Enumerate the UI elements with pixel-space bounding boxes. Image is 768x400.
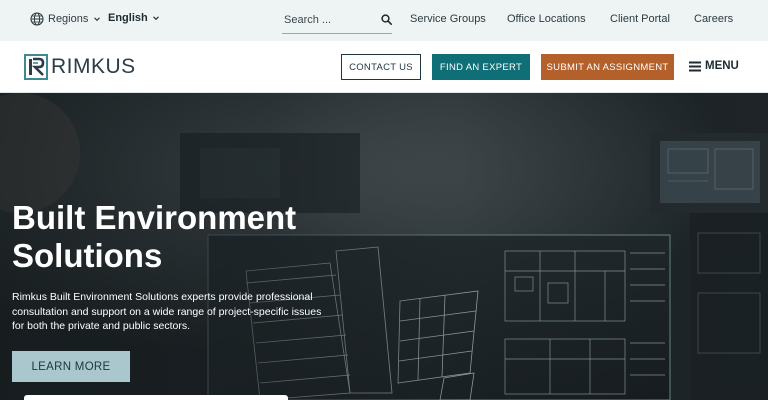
hero-title: Built Environment Solutions bbox=[12, 199, 297, 274]
find-an-expert-button[interactable]: FIND AN EXPERT bbox=[432, 54, 530, 80]
language-label: English bbox=[108, 12, 148, 24]
menu-label: MENU bbox=[705, 60, 739, 72]
utility-bar: Regions English Service Groups Office Lo… bbox=[0, 0, 768, 41]
learn-more-button[interactable]: LEARN MORE bbox=[12, 351, 130, 382]
globe-icon bbox=[30, 12, 44, 26]
client-portal-link[interactable]: Client Portal bbox=[610, 13, 670, 25]
main-header: RIMKUS CONTACT US FIND AN EXPERT SUBMIT … bbox=[0, 41, 768, 93]
hero-description: Rimkus Built Environment Solutions exper… bbox=[12, 291, 322, 332]
hamburger-icon bbox=[689, 61, 701, 71]
chevron-down-icon bbox=[94, 17, 101, 22]
office-locations-link[interactable]: Office Locations bbox=[507, 13, 586, 25]
language-selector[interactable]: English bbox=[108, 12, 160, 24]
regions-selector[interactable]: Regions bbox=[30, 12, 101, 26]
hero-bottom-tab bbox=[24, 395, 288, 400]
rimkus-logo[interactable]: RIMKUS bbox=[24, 54, 136, 80]
contact-us-button[interactable]: CONTACT US bbox=[341, 54, 421, 80]
submit-an-assignment-button[interactable]: SUBMIT AN ASSIGNMENT bbox=[541, 54, 674, 80]
rimkus-logo-mark bbox=[24, 54, 48, 80]
chevron-down-icon bbox=[152, 16, 159, 21]
search-icon[interactable] bbox=[381, 14, 392, 25]
hero-section: Built Environment Solutions Rimkus Built… bbox=[0, 93, 768, 400]
search-input[interactable] bbox=[282, 8, 376, 32]
logo-text: RIMKUS bbox=[51, 55, 136, 78]
regions-label: Regions bbox=[48, 13, 89, 25]
service-groups-link[interactable]: Service Groups bbox=[410, 13, 486, 25]
search-box bbox=[282, 8, 392, 34]
menu-button[interactable]: MENU bbox=[689, 60, 739, 72]
careers-link[interactable]: Careers bbox=[694, 13, 733, 25]
